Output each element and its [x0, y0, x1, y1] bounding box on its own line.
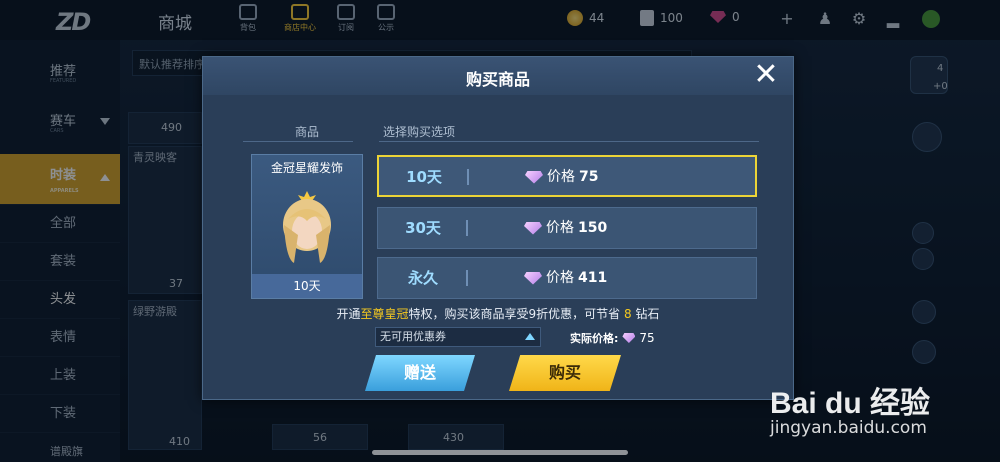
home-indicator[interactable] [372, 450, 628, 455]
baidu-watermark: Bai du 经验 jingyan.baidu.com [770, 378, 990, 444]
buy-button[interactable]: 购买 [509, 355, 621, 391]
option-permanent[interactable]: 永久 价格 411 [377, 257, 757, 299]
column-header-item: 商品 [295, 125, 320, 139]
purchase-dialog: 购买商品 ✕ 商品 选择购买选项 金冠星耀发饰 10天 10天 价格 75 30… [202, 56, 794, 400]
option-10-days[interactable]: 10天 价格 75 [377, 155, 757, 197]
option-price: 价格 150 [524, 208, 607, 248]
option-separator [466, 270, 468, 286]
option-price: 价格 75 [525, 157, 598, 197]
divider [243, 141, 353, 142]
diamond-icon [524, 271, 542, 285]
option-separator [466, 220, 468, 236]
watermark-brand: Bai du 经验 [770, 387, 931, 420]
option-separator [467, 169, 469, 185]
chevron-up-icon [525, 333, 535, 340]
close-icon[interactable]: ✕ [751, 60, 781, 91]
coupon-select[interactable]: 无可用优惠券 [375, 327, 541, 347]
option-30-days[interactable]: 30天 价格 150 [377, 207, 757, 249]
diamond-icon [524, 221, 542, 235]
column-header-options: 选择购买选项 [383, 125, 456, 139]
dialog-header: 购买商品 ✕ [203, 57, 793, 95]
diamond-icon [525, 170, 543, 184]
option-price: 价格 411 [524, 258, 607, 298]
gift-button[interactable]: 赠送 [365, 355, 475, 391]
item-name: 金冠星耀发饰 [270, 161, 343, 175]
game-shop-screen: ZD 商城 背包 商店中心 订阅 公示 44 100 0 + ♟ ⚙ ▂ 推荐 F… [0, 0, 1000, 462]
divider [379, 141, 759, 142]
item-duration: 10天 [252, 274, 362, 298]
vip-promo-text: 开通至尊皇冠特权，购买该商品享受9折优惠，可节省 8 钻石 [336, 307, 660, 321]
vip-link[interactable]: 至尊皇冠 [361, 307, 409, 321]
item-preview-card: 金冠星耀发饰 10天 [251, 154, 363, 299]
watermark-url: jingyan.baidu.com [770, 418, 927, 438]
actual-price: 实际价格: 75 [570, 331, 655, 345]
hair-accessory-image [283, 191, 331, 263]
diamond-icon [622, 333, 636, 343]
dialog-title: 购买商品 [465, 70, 530, 89]
